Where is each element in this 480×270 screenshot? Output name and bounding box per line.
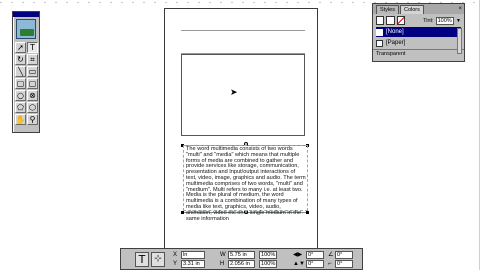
rectangle-frame-tool-icon[interactable]: ▢: [15, 78, 26, 89]
scale-x-field[interactable]: 100%: [259, 251, 277, 259]
rotate-tool-icon[interactable]: ↻: [15, 54, 26, 65]
swatch-chip: [376, 28, 383, 36]
x-label: X: [173, 252, 178, 258]
palette-controls: Tint: 100% ▼: [373, 14, 464, 27]
toolbox-palette: ➚ T ↻ ⌗ ╲ ▭ ▢ ▢ ○ ⊗ ⬠ ⬡ ✋ ⚲: [12, 11, 40, 133]
rotate-icon: ◀▶: [293, 252, 303, 258]
fill-color-icon[interactable]: [386, 16, 395, 25]
ellipse-tool-icon[interactable]: ○: [15, 90, 26, 101]
selection-handle-bottom-right[interactable]: [306, 211, 309, 214]
rounded-rect-tool-icon[interactable]: ▢: [27, 78, 38, 89]
selection-handle-bottom-left[interactable]: [181, 211, 184, 214]
palette-tab-bar: Styles Colors: [373, 4, 464, 14]
text-frame-icon[interactable]: T: [135, 252, 149, 267]
y-field[interactable]: 3.31 in: [181, 260, 205, 268]
tab-colors[interactable]: Colors: [399, 5, 424, 14]
w-field[interactable]: 5.75 in: [228, 251, 255, 259]
measurements-palette: T ⊹ X ln Y 3.31 in W 5.75 in H 2.056 in …: [120, 248, 363, 270]
angle-icon: ∠: [328, 252, 334, 258]
crop-tool-icon[interactable]: ⌗: [27, 54, 38, 65]
header-rule: [181, 30, 305, 31]
tool-grid: ➚ T ↻ ⌗ ╲ ▭ ▢ ▢ ○ ⊗ ⬠ ⬡ ✋ ⚲: [13, 41, 39, 126]
line-tool-icon[interactable]: ╲: [15, 66, 26, 77]
text-frame[interactable]: The word multimedia consists of two word…: [183, 145, 308, 221]
colors-palette: Styles Colors × Tint: 100% ▼ [None] [Pap…: [372, 3, 465, 62]
y-label: Y: [173, 261, 178, 267]
text-tool-icon[interactable]: T: [27, 42, 38, 53]
zoom-tool-icon[interactable]: ⚲: [27, 114, 38, 125]
corner-field[interactable]: 0°: [335, 260, 353, 268]
scale-y-field[interactable]: 100%: [259, 260, 277, 268]
h-label: H: [220, 261, 225, 267]
swatch-none[interactable]: [None]: [376, 27, 461, 37]
corner-icon: ⌐: [328, 261, 332, 267]
polygon-frame-tool-icon[interactable]: ⬡: [27, 102, 38, 113]
x-field[interactable]: ln: [181, 251, 205, 259]
tint-field[interactable]: 100%: [435, 16, 455, 25]
none-color-icon[interactable]: [396, 16, 406, 25]
image-frame[interactable]: [181, 54, 305, 136]
toolbox-header-icon: [16, 19, 36, 39]
palette-scrollbar[interactable]: [457, 28, 462, 54]
flip-icon: ▲▼: [293, 261, 305, 267]
swatch-chip: [376, 39, 383, 47]
rotation-field[interactable]: 0°: [306, 251, 324, 259]
rectangle-tool-icon[interactable]: ▭: [27, 66, 38, 77]
document-page: [164, 8, 318, 270]
pointer-tool-icon[interactable]: ➚: [15, 42, 26, 53]
chevron-down-icon[interactable]: ▼: [456, 18, 461, 24]
body-text[interactable]: The word multimedia consists of two word…: [186, 146, 306, 222]
mouse-pointer-icon: ➤: [230, 87, 238, 97]
link-frames-icon[interactable]: ⊹: [151, 252, 165, 267]
w-label: W: [220, 252, 226, 258]
tab-styles[interactable]: Styles: [376, 5, 399, 14]
skew-field[interactable]: 0°: [306, 260, 324, 268]
toolbox-title-bar[interactable]: [13, 12, 39, 17]
close-icon[interactable]: ×: [458, 5, 462, 13]
frame-color-icon[interactable]: [376, 16, 385, 25]
h-field[interactable]: 2.056 in: [228, 260, 255, 268]
angle-field[interactable]: 0°: [335, 251, 353, 259]
palette-footer: Transparent: [373, 49, 464, 58]
ellipse-frame-tool-icon[interactable]: ⊗: [27, 90, 38, 101]
tint-label: Tint:: [423, 17, 434, 24]
hand-tool-icon[interactable]: ✋: [15, 114, 26, 125]
swatch-label: [None]: [386, 29, 404, 35]
swatch-paper[interactable]: [Paper]: [376, 38, 461, 48]
swatch-label: [Paper]: [386, 40, 406, 46]
polygon-tool-icon[interactable]: ⬠: [15, 102, 26, 113]
